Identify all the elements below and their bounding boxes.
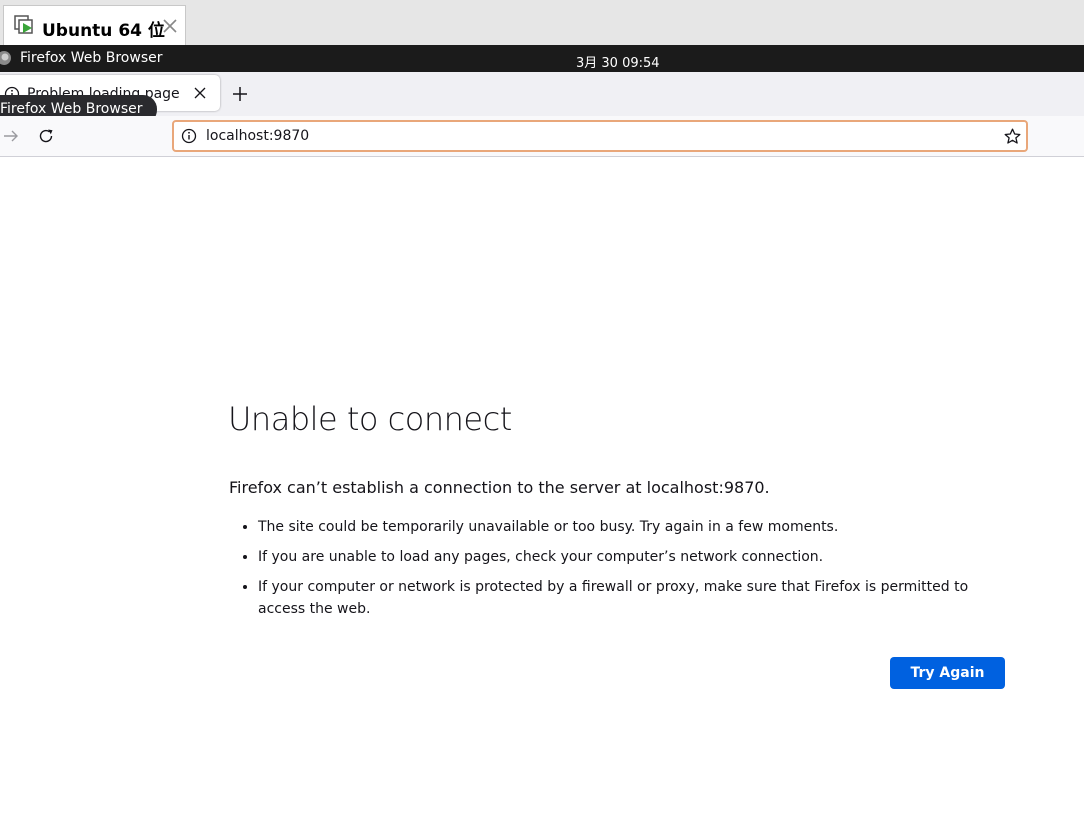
try-again-button[interactable]: Try Again xyxy=(890,657,1005,689)
list-item: The site could be temporarily unavailabl… xyxy=(258,516,1018,538)
vm-tab-strip: Ubuntu 64 位 xyxy=(0,0,1084,45)
browser-tab-bar: Problem loading page xyxy=(0,72,1084,116)
close-tab-icon[interactable] xyxy=(193,86,207,100)
active-app-menu[interactable]: Firefox Web Browser xyxy=(20,50,163,66)
firefox-icon xyxy=(0,51,11,65)
vm-tab[interactable]: Ubuntu 64 位 xyxy=(3,5,186,45)
vm-play-icon xyxy=(14,15,33,34)
close-icon[interactable] xyxy=(161,17,179,35)
clock[interactable]: 3月 30 09:54 xyxy=(576,52,660,71)
list-item: If you are unable to load any pages, che… xyxy=(258,546,1018,568)
list-item: If your computer or network is protected… xyxy=(258,576,1018,620)
new-tab-icon[interactable] xyxy=(231,85,249,103)
navigation-toolbar: localhost:9870 xyxy=(0,116,1084,157)
error-title: Unable to connect xyxy=(228,400,512,438)
site-info-icon[interactable] xyxy=(181,128,197,144)
reload-icon[interactable] xyxy=(38,128,54,144)
bookmark-star-icon[interactable] xyxy=(1004,128,1021,145)
url-text[interactable]: localhost:9870 xyxy=(206,128,309,144)
url-bar[interactable]: localhost:9870 xyxy=(172,120,1028,152)
system-top-panel: Firefox Web Browser 3月 30 09:54 xyxy=(0,45,1084,72)
forward-arrow-icon[interactable] xyxy=(3,128,19,144)
error-description: Firefox can’t establish a connection to … xyxy=(229,478,770,497)
error-suggestions: The site could be temporarily unavailabl… xyxy=(241,516,1018,628)
vm-tab-label: Ubuntu 64 位 xyxy=(42,21,165,41)
